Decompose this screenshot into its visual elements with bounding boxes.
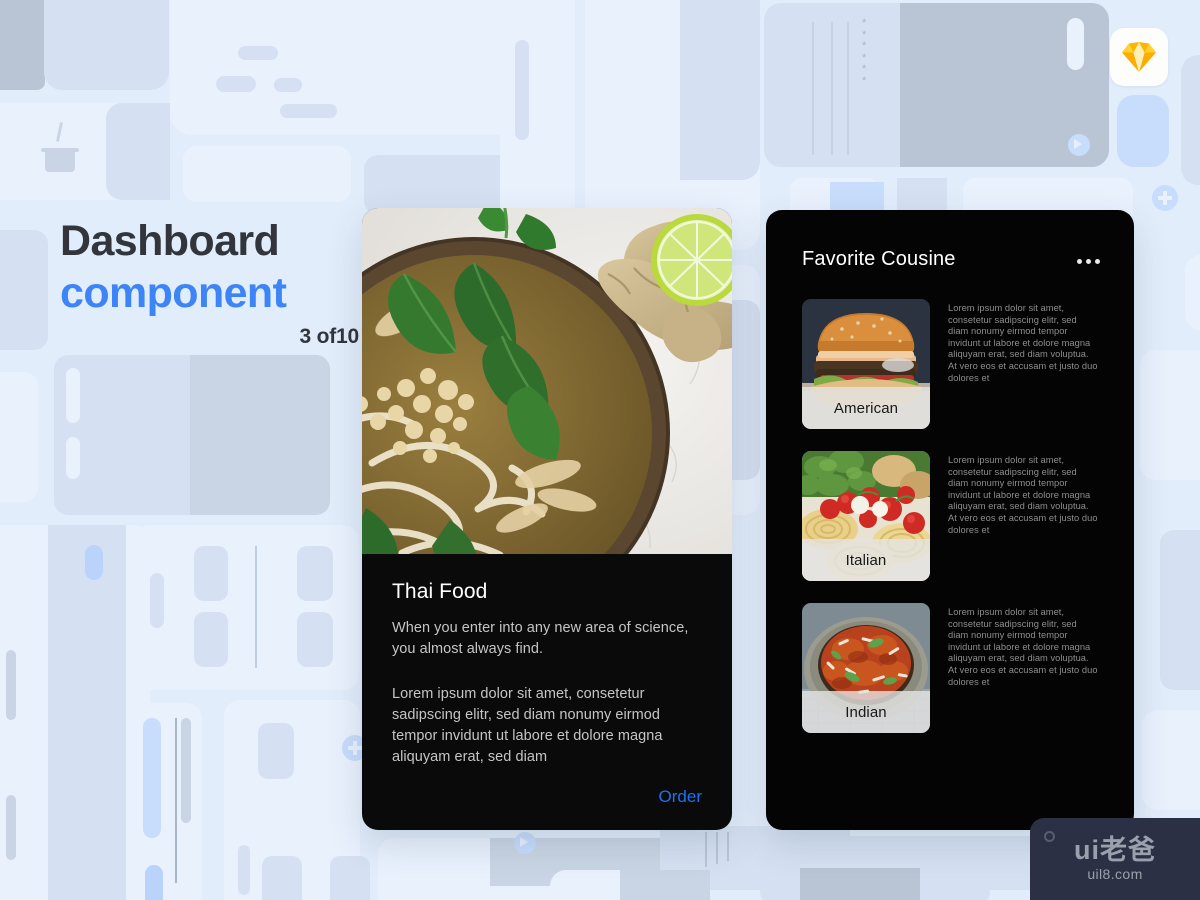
favorite-card-title: Favorite Cousine (802, 248, 956, 270)
circle-icon (1044, 831, 1055, 842)
order-button[interactable]: Order (659, 787, 702, 807)
headline-block: Dashboard component 3 of10 (60, 215, 360, 349)
dish-paragraph-2: Lorem ipsum dolor sit amet, consetetur s… (392, 686, 663, 765)
cuisine-description: Lorem ipsum dolor sit amet, consetetur s… (948, 607, 1098, 687)
list-item[interactable]: Italian Lorem ipsum dolor sit amet, cons… (766, 451, 1134, 603)
dish-text-block: Thai Food When you enter into any new ar… (362, 554, 732, 768)
dish-photo (362, 208, 732, 554)
cuisine-label: Italian (802, 539, 930, 581)
cuisine-label: American (802, 387, 930, 429)
list-item[interactable]: American Lorem ipsum dolor sit amet, con… (766, 299, 1134, 451)
sketch-logo-icon (1122, 42, 1156, 72)
cuisine-label: Indian (802, 691, 930, 733)
component-counter: 3 of10 (299, 325, 360, 348)
sketch-logo-badge (1110, 28, 1168, 86)
cuisine-thumbnail[interactable]: Italian (802, 451, 930, 581)
favorite-card-header: Favorite Cousine (766, 210, 1134, 271)
more-horizontal-icon[interactable] (1077, 259, 1100, 264)
watermark-badge: ui老爸 uil8.com (1030, 818, 1200, 900)
cuisine-thumbnail[interactable]: Indian (802, 603, 930, 733)
favorite-cuisine-list: American Lorem ipsum dolor sit amet, con… (766, 271, 1134, 755)
cuisine-description: Lorem ipsum dolor sit amet, consetetur s… (948, 303, 1098, 383)
dish-title: Thai Food (392, 580, 488, 603)
watermark-domain: uil8.com (1087, 866, 1143, 882)
screenshot-canvas: * * * * * * Dashboard component 3 of10 T… (0, 0, 1200, 900)
favorite-cuisine-card: Favorite Cousine American Lorem ipsum do… (766, 210, 1134, 830)
dish-paragraph-1: When you enter into any new area of scie… (392, 620, 689, 657)
watermark-brand: ui老爸 (1074, 835, 1156, 865)
dish-detail-card: Thai Food When you enter into any new ar… (362, 208, 732, 830)
list-item[interactable]: Indian Lorem ipsum dolor sit amet, conse… (766, 603, 1134, 755)
cuisine-thumbnail[interactable]: American (802, 299, 930, 429)
thai-food-photo-illustration (362, 208, 732, 554)
headline-line-2: component (60, 269, 287, 317)
headline-line-1: Dashboard (60, 217, 280, 265)
cuisine-description: Lorem ipsum dolor sit amet, consetetur s… (948, 455, 1098, 535)
